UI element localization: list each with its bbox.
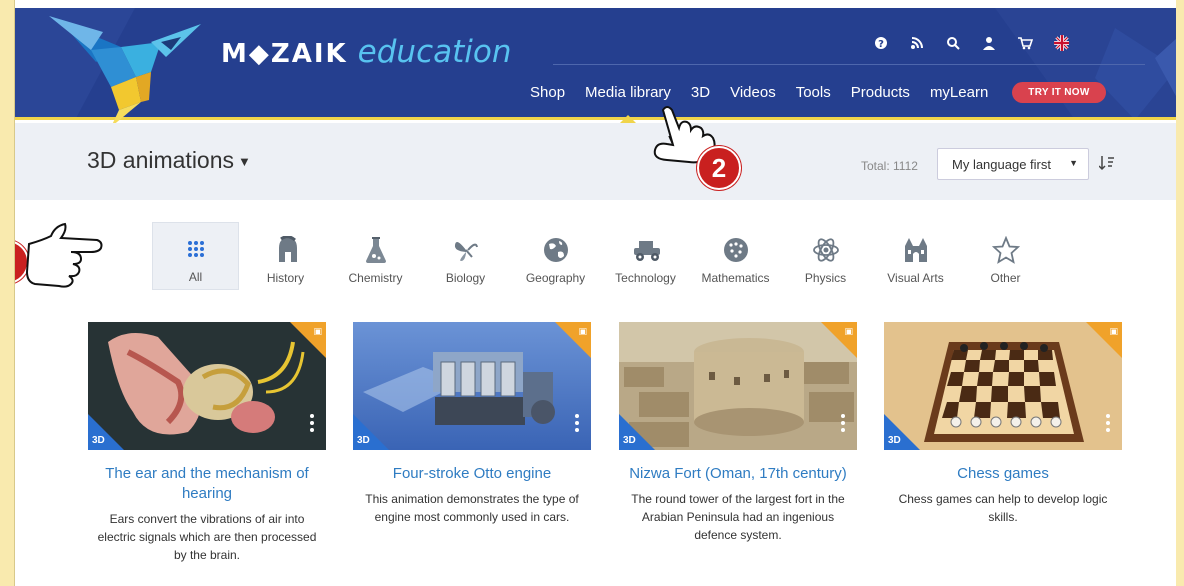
gift-icon: ▣	[844, 326, 853, 336]
card-title[interactable]: Four-stroke Otto engine	[353, 464, 591, 484]
more-options-icon[interactable]	[1106, 414, 1112, 432]
page-frame: M◆ZAIK education ? Shop Media library 3D…	[14, 0, 1176, 586]
nav-tools[interactable]: Tools	[786, 84, 841, 101]
category-label: Biology	[445, 271, 486, 285]
category-label: Chemistry	[348, 271, 403, 285]
category-label: All	[188, 270, 203, 284]
language-sort-select[interactable]: My language first ▼	[937, 148, 1089, 180]
brand-name: M◆ZAIK	[221, 39, 348, 69]
hummingbird-logo-icon[interactable]	[41, 2, 211, 132]
category-label: Physics	[804, 271, 847, 285]
more-options-icon[interactable]	[841, 414, 847, 432]
media-thumbnail[interactable]: ▣ 3D	[353, 322, 591, 450]
cart-icon[interactable]	[1017, 35, 1033, 51]
media-thumbnail[interactable]: ▣ 3D	[88, 322, 326, 450]
category-label: History	[266, 271, 305, 285]
brand-subtitle: education	[357, 34, 512, 70]
site-header: M◆ZAIK education ? Shop Media library 3D…	[15, 8, 1176, 127]
category-filter-bar: All History Chemistry Biology Geography	[152, 222, 1052, 290]
nav-shop[interactable]: Shop	[520, 84, 575, 101]
3d-badge-label: 3D	[623, 435, 636, 446]
category-all[interactable]: All	[152, 222, 239, 290]
category-mathematics[interactable]: Mathematics	[692, 222, 779, 290]
card-title[interactable]: The ear and the mechanism of hearing	[88, 464, 326, 504]
star-icon	[991, 235, 1021, 265]
caret-down-icon: ▼	[238, 154, 251, 170]
category-label: Technology	[615, 271, 676, 285]
category-geography[interactable]: Geography	[512, 222, 599, 290]
page-title-dropdown[interactable]: 3D animations ▼	[87, 147, 251, 174]
gift-icon: ▣	[578, 326, 587, 336]
media-card-engine[interactable]: ▣ 3D Four-stroke Otto engine This animat…	[353, 322, 591, 526]
main-nav: Shop Media library 3D Videos Tools Produ…	[520, 82, 1106, 123]
sort-order-icon[interactable]	[1099, 155, 1115, 171]
pointing-hand-right-annotation-icon	[25, 222, 103, 288]
card-description: This animation demonstrates the type of …	[365, 492, 579, 524]
card-title[interactable]: Chess games	[884, 464, 1122, 484]
nav-media-library[interactable]: Media library	[575, 84, 681, 123]
uk-flag-icon[interactable]	[1053, 35, 1069, 51]
top-icon-bar: ?	[873, 35, 1069, 51]
page-title: 3D animations	[87, 147, 235, 173]
nav-products[interactable]: Products	[841, 84, 920, 101]
flask-icon	[361, 235, 391, 265]
media-thumbnail[interactable]: ▣ 3D	[619, 322, 857, 450]
header-divider	[553, 64, 1145, 65]
butterfly-icon	[451, 235, 481, 265]
globe-icon	[541, 235, 571, 265]
gift-icon: ▣	[313, 326, 322, 336]
total-count: Total: 1112	[861, 159, 918, 173]
category-other[interactable]: Other	[962, 222, 1049, 290]
3d-badge-label: 3D	[357, 435, 370, 446]
media-card-chess[interactable]: ▣ 3D Chess games Chess games can help to…	[884, 322, 1122, 526]
category-chemistry[interactable]: Chemistry	[332, 222, 419, 290]
building-icon	[901, 235, 931, 265]
category-label: Geography	[525, 271, 586, 285]
card-description: Ears convert the vibrations of air into …	[97, 512, 317, 562]
atom-icon	[811, 235, 841, 265]
gift-icon: ▣	[1109, 326, 1118, 336]
media-card-ear[interactable]: ▣ 3D The ear and the mechanism of hearin…	[88, 322, 326, 564]
category-technology[interactable]: Technology	[602, 222, 689, 290]
rss-icon[interactable]	[909, 35, 925, 51]
card-description: Chess games can help to develop logic sk…	[898, 492, 1108, 524]
user-icon[interactable]	[981, 35, 997, 51]
grid-icon	[181, 234, 211, 264]
try-it-now-button[interactable]: TRY IT NOW	[1012, 82, 1106, 103]
media-card-fort[interactable]: ▣ 3D Nizwa Fort (Oman, 17th century) The…	[619, 322, 857, 544]
brand-logo[interactable]: M◆ZAIK education	[221, 34, 512, 70]
more-options-icon[interactable]	[575, 414, 581, 432]
help-icon[interactable]: ?	[873, 35, 889, 51]
card-title[interactable]: Nizwa Fort (Oman, 17th century)	[619, 464, 857, 484]
dice-icon	[721, 235, 751, 265]
category-label: Visual Arts	[887, 271, 944, 285]
nav-3d[interactable]: 3D	[681, 84, 720, 101]
category-label: Other	[990, 271, 1021, 285]
3d-badge-label: 3D	[92, 435, 105, 446]
helmet-icon	[271, 235, 301, 265]
category-label: Mathematics	[701, 271, 770, 285]
step-2-badge: 2	[697, 146, 741, 190]
media-thumbnail[interactable]: ▣ 3D	[884, 322, 1122, 450]
category-history[interactable]: History	[242, 222, 329, 290]
category-biology[interactable]: Biology	[422, 222, 509, 290]
select-arrow-icon: ▼	[1069, 158, 1078, 168]
language-sort-value: My language first	[952, 157, 1051, 172]
svg-text:?: ?	[878, 39, 884, 50]
search-icon[interactable]	[945, 35, 961, 51]
nav-videos[interactable]: Videos	[720, 84, 786, 101]
page-toolbar: 3D animations ▼ Total: 1112 My language f…	[15, 123, 1176, 200]
3d-badge-label: 3D	[888, 435, 901, 446]
more-options-icon[interactable]	[310, 414, 316, 432]
card-description: The round tower of the largest fort in t…	[631, 492, 845, 542]
category-physics[interactable]: Physics	[782, 222, 869, 290]
car-icon	[631, 235, 661, 265]
category-visual-arts[interactable]: Visual Arts	[872, 222, 959, 290]
nav-mylearn[interactable]: myLearn	[920, 84, 998, 101]
